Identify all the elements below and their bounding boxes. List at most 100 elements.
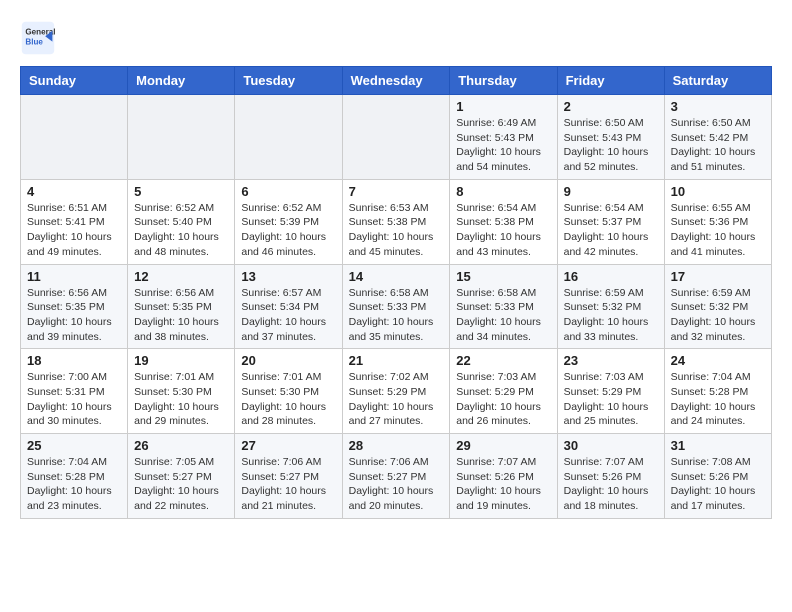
day-info: Sunrise: 7:07 AMSunset: 5:26 PMDaylight:… [456, 455, 550, 514]
calendar-cell: 6 Sunrise: 6:52 AMSunset: 5:39 PMDaylight… [235, 179, 342, 264]
day-number: 6 [241, 184, 335, 199]
header-tuesday: Tuesday [235, 67, 342, 95]
day-info: Sunrise: 6:52 AMSunset: 5:39 PMDaylight:… [241, 201, 335, 260]
calendar-week-1: 1 Sunrise: 6:49 AMSunset: 5:43 PMDaylight… [21, 95, 772, 180]
day-number: 24 [671, 353, 765, 368]
calendar-cell [21, 95, 128, 180]
calendar-cell: 15 Sunrise: 6:58 AMSunset: 5:33 PMDayligh… [450, 264, 557, 349]
calendar-cell: 25 Sunrise: 7:04 AMSunset: 5:28 PMDayligh… [21, 434, 128, 519]
day-number: 12 [134, 269, 228, 284]
day-info: Sunrise: 7:04 AMSunset: 5:28 PMDaylight:… [671, 370, 765, 429]
day-info: Sunrise: 6:59 AMSunset: 5:32 PMDaylight:… [564, 286, 658, 345]
calendar-cell: 5 Sunrise: 6:52 AMSunset: 5:40 PMDaylight… [128, 179, 235, 264]
calendar-cell: 14Sunrise: 6:58 AMSunset: 5:33 PMDayligh… [342, 264, 450, 349]
day-number: 4 [27, 184, 121, 199]
day-info: Sunrise: 6:54 AMSunset: 5:37 PMDaylight:… [564, 201, 658, 260]
day-info: Sunrise: 7:06 AMSunset: 5:27 PMDaylight:… [241, 455, 335, 514]
calendar-cell: 24 Sunrise: 7:04 AMSunset: 5:28 PMDayligh… [664, 349, 771, 434]
calendar-table: SundayMondayTuesdayWednesdayThursdayFrid… [20, 66, 772, 519]
day-number: 25 [27, 438, 121, 453]
calendar-cell: 21 Sunrise: 7:02 AMSunset: 5:29 PMDayligh… [342, 349, 450, 434]
day-number: 9 [564, 184, 658, 199]
day-info: Sunrise: 7:05 AMSunset: 5:27 PMDaylight:… [134, 455, 228, 514]
svg-text:Blue: Blue [25, 37, 43, 46]
day-number: 28 [349, 438, 444, 453]
day-info: Sunrise: 6:54 AMSunset: 5:38 PMDaylight:… [456, 201, 550, 260]
day-info: Sunrise: 7:02 AMSunset: 5:29 PMDaylight:… [349, 370, 444, 429]
calendar-cell: 1 Sunrise: 6:49 AMSunset: 5:43 PMDaylight… [450, 95, 557, 180]
calendar-cell: 29Sunrise: 7:07 AMSunset: 5:26 PMDayligh… [450, 434, 557, 519]
day-info: Sunrise: 6:57 AMSunset: 5:34 PMDaylight:… [241, 286, 335, 345]
day-info: Sunrise: 6:58 AMSunset: 5:33 PMDaylight:… [456, 286, 550, 345]
day-number: 17 [671, 269, 765, 284]
calendar-cell: 9 Sunrise: 6:54 AMSunset: 5:37 PMDaylight… [557, 179, 664, 264]
day-info: Sunrise: 7:04 AMSunset: 5:28 PMDaylight:… [27, 455, 121, 514]
calendar-cell: 31Sunrise: 7:08 AMSunset: 5:26 PMDayligh… [664, 434, 771, 519]
day-number: 10 [671, 184, 765, 199]
logo-icon: General Blue [20, 20, 56, 56]
day-info: Sunrise: 6:52 AMSunset: 5:40 PMDaylight:… [134, 201, 228, 260]
day-info: Sunrise: 7:06 AMSunset: 5:27 PMDaylight:… [349, 455, 444, 514]
day-info: Sunrise: 6:50 AMSunset: 5:42 PMDaylight:… [671, 116, 765, 175]
day-number: 30 [564, 438, 658, 453]
calendar-cell [128, 95, 235, 180]
calendar-cell: 27 Sunrise: 7:06 AMSunset: 5:27 PMDayligh… [235, 434, 342, 519]
calendar-cell [235, 95, 342, 180]
calendar-cell [342, 95, 450, 180]
calendar-cell: 2 Sunrise: 6:50 AMSunset: 5:43 PMDaylight… [557, 95, 664, 180]
calendar-cell: 11Sunrise: 6:56 AMSunset: 5:35 PMDayligh… [21, 264, 128, 349]
day-number: 23 [564, 353, 658, 368]
day-info: Sunrise: 7:01 AMSunset: 5:30 PMDaylight:… [241, 370, 335, 429]
calendar-cell: 23 Sunrise: 7:03 AMSunset: 5:29 PMDayligh… [557, 349, 664, 434]
day-info: Sunrise: 7:03 AMSunset: 5:29 PMDaylight:… [564, 370, 658, 429]
calendar-cell: 4 Sunrise: 6:51 AMSunset: 5:41 PMDaylight… [21, 179, 128, 264]
calendar-week-4: 18 Sunrise: 7:00 AMSunset: 5:31 PMDayligh… [21, 349, 772, 434]
day-number: 18 [27, 353, 121, 368]
calendar-week-5: 25 Sunrise: 7:04 AMSunset: 5:28 PMDayligh… [21, 434, 772, 519]
day-number: 15 [456, 269, 550, 284]
calendar-cell: 20Sunrise: 7:01 AMSunset: 5:30 PMDayligh… [235, 349, 342, 434]
calendar-cell: 10 Sunrise: 6:55 AMSunset: 5:36 PMDayligh… [664, 179, 771, 264]
day-info: Sunrise: 7:07 AMSunset: 5:26 PMDaylight:… [564, 455, 658, 514]
day-number: 26 [134, 438, 228, 453]
day-info: Sunrise: 7:03 AMSunset: 5:29 PMDaylight:… [456, 370, 550, 429]
header-sunday: Sunday [21, 67, 128, 95]
logo: General Blue [20, 20, 60, 56]
calendar-cell: 28 Sunrise: 7:06 AMSunset: 5:27 PMDayligh… [342, 434, 450, 519]
header-thursday: Thursday [450, 67, 557, 95]
day-info: Sunrise: 6:55 AMSunset: 5:36 PMDaylight:… [671, 201, 765, 260]
calendar-cell: 18 Sunrise: 7:00 AMSunset: 5:31 PMDayligh… [21, 349, 128, 434]
calendar-cell: 8Sunrise: 6:54 AMSunset: 5:38 PMDaylight… [450, 179, 557, 264]
day-number: 14 [349, 269, 444, 284]
day-info: Sunrise: 6:59 AMSunset: 5:32 PMDaylight:… [671, 286, 765, 345]
day-info: Sunrise: 6:51 AMSunset: 5:41 PMDaylight:… [27, 201, 121, 260]
day-number: 3 [671, 99, 765, 114]
calendar-cell: 12 Sunrise: 6:56 AMSunset: 5:35 PMDayligh… [128, 264, 235, 349]
header-friday: Friday [557, 67, 664, 95]
day-info: Sunrise: 7:00 AMSunset: 5:31 PMDaylight:… [27, 370, 121, 429]
day-number: 2 [564, 99, 658, 114]
header-wednesday: Wednesday [342, 67, 450, 95]
calendar-cell: 3 Sunrise: 6:50 AMSunset: 5:42 PMDaylight… [664, 95, 771, 180]
calendar-cell: 30 Sunrise: 7:07 AMSunset: 5:26 PMDayligh… [557, 434, 664, 519]
day-number: 16 [564, 269, 658, 284]
calendar-header-row: SundayMondayTuesdayWednesdayThursdayFrid… [21, 67, 772, 95]
day-info: Sunrise: 6:53 AMSunset: 5:38 PMDaylight:… [349, 201, 444, 260]
day-number: 31 [671, 438, 765, 453]
day-info: Sunrise: 7:01 AMSunset: 5:30 PMDaylight:… [134, 370, 228, 429]
day-info: Sunrise: 6:50 AMSunset: 5:43 PMDaylight:… [564, 116, 658, 175]
day-number: 5 [134, 184, 228, 199]
calendar-cell: 19Sunrise: 7:01 AMSunset: 5:30 PMDayligh… [128, 349, 235, 434]
day-number: 21 [349, 353, 444, 368]
day-info: Sunrise: 6:56 AMSunset: 5:35 PMDaylight:… [134, 286, 228, 345]
day-number: 13 [241, 269, 335, 284]
page-header: General Blue [20, 20, 772, 56]
day-info: Sunrise: 6:49 AMSunset: 5:43 PMDaylight:… [456, 116, 550, 175]
calendar-cell: 13 Sunrise: 6:57 AMSunset: 5:34 PMDayligh… [235, 264, 342, 349]
calendar-cell: 16 Sunrise: 6:59 AMSunset: 5:32 PMDayligh… [557, 264, 664, 349]
day-info: Sunrise: 6:56 AMSunset: 5:35 PMDaylight:… [27, 286, 121, 345]
calendar-cell: 26 Sunrise: 7:05 AMSunset: 5:27 PMDayligh… [128, 434, 235, 519]
day-number: 1 [456, 99, 550, 114]
day-number: 22 [456, 353, 550, 368]
day-number: 27 [241, 438, 335, 453]
